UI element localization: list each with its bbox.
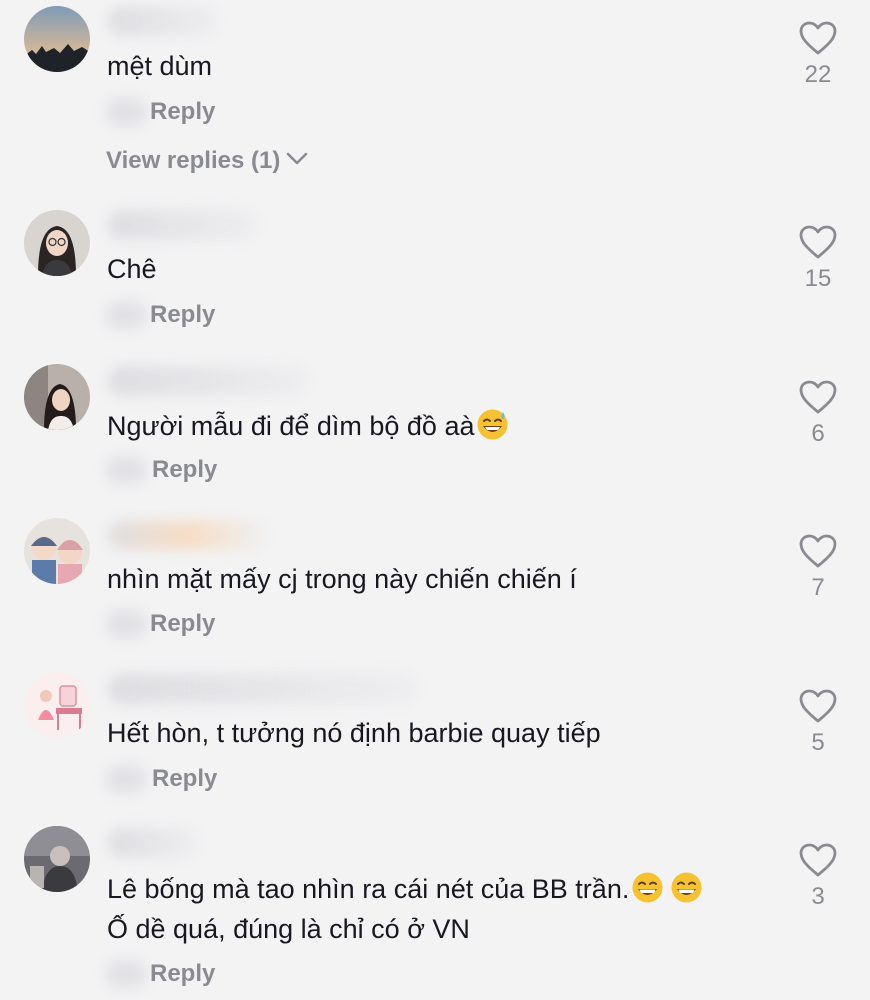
like-count: 3 xyxy=(811,883,825,910)
username-blurred[interactable] xyxy=(108,828,198,858)
username-blurred[interactable] xyxy=(108,210,258,240)
timestamp-blurred xyxy=(106,960,146,988)
comment-text: Người mẫu đi để dìm bộ đồ aà xyxy=(107,406,509,446)
timestamp-blurred xyxy=(106,610,146,638)
like-button[interactable]: 7 xyxy=(796,533,840,603)
heart-outline-icon xyxy=(799,843,837,877)
like-button[interactable]: 22 xyxy=(796,20,840,90)
comment-text-line2: Ố dề quá, đúng là chỉ có ở VN xyxy=(107,914,470,944)
like-button[interactable]: 5 xyxy=(796,688,840,758)
sweat-smile-emoji xyxy=(476,408,509,441)
chevron-down-icon xyxy=(287,152,308,165)
username-blurred[interactable] xyxy=(108,674,418,704)
avatar[interactable] xyxy=(24,6,90,72)
like-count: 22 xyxy=(804,61,832,88)
like-count: 7 xyxy=(811,574,825,601)
timestamp-blurred xyxy=(106,765,146,793)
username-blurred[interactable] xyxy=(108,520,268,550)
heart-outline-icon xyxy=(799,689,837,723)
like-button[interactable]: 15 xyxy=(796,224,840,294)
comment-text: nhìn mặt mấy cj trong này chiến chiến í xyxy=(107,564,577,594)
heart-outline-icon xyxy=(799,534,837,568)
reply-button[interactable]: Reply xyxy=(150,300,215,330)
avatar[interactable] xyxy=(24,672,90,738)
reply-button[interactable]: Reply xyxy=(152,764,217,794)
timestamp-blurred xyxy=(106,456,146,484)
view-replies-label: View replies (1) xyxy=(106,147,281,174)
grinning-emoji xyxy=(631,871,664,904)
like-count: 15 xyxy=(804,265,832,292)
comment-text: Hết hòn, t tưởng nó định barbie quay tiế… xyxy=(107,718,601,748)
like-button[interactable]: 3 xyxy=(796,842,840,912)
username-blurred[interactable] xyxy=(108,6,218,36)
like-button[interactable]: 6 xyxy=(796,379,840,449)
heart-outline-icon xyxy=(799,380,837,414)
comment-text: Chê xyxy=(107,254,157,284)
comment-text-content: Lê bống mà tao nhìn ra cái nét của BB tr… xyxy=(107,874,630,904)
like-count: 6 xyxy=(811,420,825,447)
reply-button[interactable]: Reply xyxy=(152,455,217,485)
grinning-emoji xyxy=(670,871,703,904)
view-replies-button[interactable]: View replies (1) xyxy=(106,146,308,176)
comment-text: mệt dùm xyxy=(107,51,213,81)
avatar[interactable] xyxy=(24,826,90,892)
timestamp-blurred xyxy=(106,301,146,329)
comment-text-content: Người mẫu đi để dìm bộ đồ aà xyxy=(107,411,475,441)
reply-button[interactable]: Reply xyxy=(150,609,215,639)
avatar[interactable] xyxy=(24,210,90,276)
timestamp-blurred xyxy=(106,98,146,126)
heart-outline-icon xyxy=(799,225,837,259)
avatar[interactable] xyxy=(24,364,90,430)
reply-button[interactable]: Reply xyxy=(150,97,215,127)
comment-text: Lê bống mà tao nhìn ra cái nét của BB tr… xyxy=(107,869,703,909)
reply-button[interactable]: Reply xyxy=(150,959,215,989)
like-count: 5 xyxy=(811,729,825,756)
username-blurred[interactable] xyxy=(108,366,308,396)
avatar[interactable] xyxy=(24,518,90,584)
heart-outline-icon xyxy=(799,21,837,55)
